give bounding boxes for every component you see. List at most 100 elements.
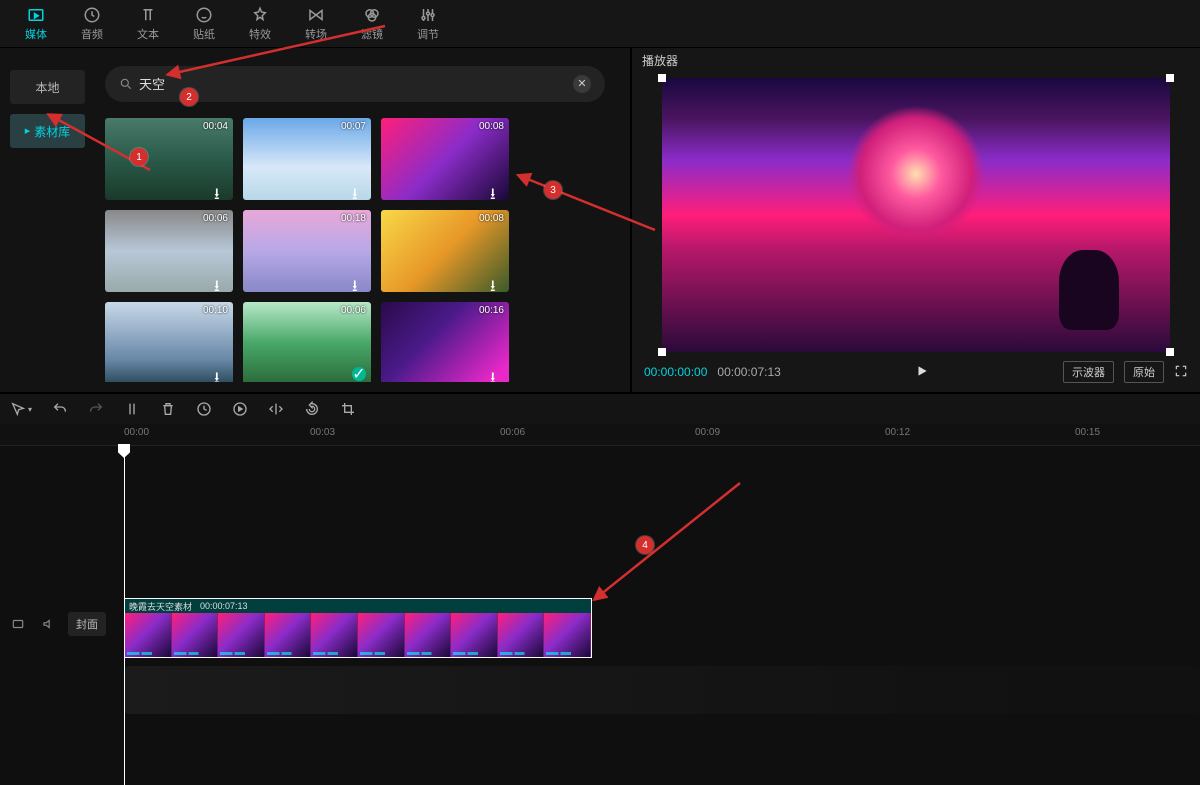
clip-header: 晚霞去天空素材 00:00:07:13 [125,599,591,613]
oscilloscope-button[interactable]: 示波器 [1063,361,1114,383]
tab-effect[interactable]: 特效 [232,0,288,48]
media-thumb[interactable]: 00:16 ⭳ [381,302,509,382]
timeline-ruler[interactable]: 00:00 00:03 00:06 00:09 00:12 00:15 [0,424,1200,446]
download-icon[interactable]: ⭳ [352,183,366,197]
download-icon[interactable]: ⭳ [490,367,504,381]
empty-track[interactable] [124,666,1200,714]
tab-label: 贴纸 [193,26,215,42]
clear-search-button[interactable]: ✕ [573,75,591,93]
cover-button[interactable]: 封面 [68,612,106,636]
player-controls: 00:00:00:00 00:00:07:13 示波器 原始 [632,352,1200,392]
download-icon[interactable]: ⭳ [490,275,504,289]
tab-label: 转场 [305,26,327,42]
tab-label: 媒体 [25,26,47,42]
original-button[interactable]: 原始 [1124,361,1164,383]
thumb-duration: 00:10 [203,305,228,316]
thumb-duration: 00:18 [341,213,366,224]
tab-sticker[interactable]: 贴纸 [176,0,232,48]
downloaded-icon[interactable]: ✓ [352,367,366,381]
sidebar-library[interactable]: 素材库 [10,114,85,148]
ruler-tick: 00:15 [1075,427,1100,438]
clip-frames [125,613,591,657]
thumb-duration: 00:06 [341,305,366,316]
tab-label: 音频 [81,26,103,42]
player-title: 播放器 [632,48,1200,72]
timeline-clip[interactable]: 晚霞去天空素材 00:00:07:13 [124,598,592,658]
undo-button[interactable] [52,401,68,417]
tab-media[interactable]: 媒体 [8,0,64,48]
ruler-tick: 00:03 [310,427,335,438]
search-bar[interactable]: ✕ [105,66,605,102]
fullscreen-button[interactable] [1174,364,1188,381]
track-visibility-toggle[interactable] [8,614,28,634]
download-icon[interactable]: ⭳ [490,183,504,197]
selection-tool[interactable]: ▾ [10,401,32,417]
media-thumb[interactable]: 00:10 ⭳ [105,302,233,382]
delete-tool[interactable] [160,401,176,417]
top-tabs: 媒体 音频 文本 贴纸 特效 转场 滤镜 调节 [0,0,1200,48]
play-button[interactable] [915,364,929,381]
playhead[interactable] [124,444,125,785]
tab-text[interactable]: 文本 [120,0,176,48]
download-icon[interactable]: ⭳ [352,275,366,289]
track-mute-toggle[interactable] [38,614,58,634]
search-icon [119,77,133,91]
filter-icon [363,6,381,24]
ruler-tick: 00:09 [695,427,720,438]
timeline[interactable]: 封面 晚霞去天空素材 00:00:07:13 [0,446,1200,785]
crop-tool[interactable] [340,401,356,417]
reverse-tool[interactable] [232,401,248,417]
player-panel: 播放器 00:00:00:00 00:00:07:13 示波器 原始 [630,48,1200,392]
thumb-duration: 00:16 [479,305,504,316]
sticker-icon [195,6,213,24]
text-icon [139,6,157,24]
split-tool[interactable] [124,401,140,417]
transition-icon [307,6,325,24]
thumb-duration: 00:04 [203,121,228,132]
media-icon [27,6,45,24]
tab-adjust[interactable]: 调节 [400,0,456,48]
tab-audio[interactable]: 音频 [64,0,120,48]
download-icon[interactable]: ⭳ [214,275,228,289]
resize-handle[interactable] [658,74,666,82]
download-icon[interactable]: ⭳ [214,183,228,197]
search-input[interactable] [139,76,573,91]
media-panel: ✕ 00:04 ⭳ 00:07 ⭳ 00:08 ⭳ 00:06 ⭳ 00:18 ⭳ 00:… [95,48,630,392]
current-time: 00:00:00:00 [644,365,707,379]
effect-icon [251,6,269,24]
player-viewport[interactable] [662,78,1170,352]
redo-button[interactable] [88,401,104,417]
media-thumb[interactable]: 00:07 ⭳ [243,118,371,200]
resize-handle[interactable] [1166,348,1174,356]
media-thumb[interactable]: 00:18 ⭳ [243,210,371,292]
thumb-duration: 00:08 [479,121,504,132]
adjust-icon [419,6,437,24]
media-thumb[interactable]: 00:06 ✓ [243,302,371,382]
media-thumb[interactable]: 00:06 ⭳ [105,210,233,292]
speed-tool[interactable] [196,401,212,417]
ruler-tick: 00:12 [885,427,910,438]
resize-handle[interactable] [1166,74,1174,82]
tab-label: 滤镜 [361,26,383,42]
thumb-duration: 00:06 [203,213,228,224]
media-thumb[interactable]: 00:04 ⭳ [105,118,233,200]
preview-image [662,78,1170,352]
rotate-tool[interactable] [304,401,320,417]
ruler-tick: 00:00 [124,427,149,438]
media-thumb[interactable]: 00:08 ⭳ [381,118,509,200]
fullscreen-icon [1174,364,1188,378]
download-icon[interactable]: ⭳ [214,367,228,381]
tab-transition[interactable]: 转场 [288,0,344,48]
thumb-duration: 00:07 [341,121,366,132]
resize-handle[interactable] [658,348,666,356]
track-controls: 封面 [8,612,106,636]
timeline-toolbar: ▾ [0,392,1200,424]
clip-duration: 00:00:07:13 [200,601,248,611]
sidebar-local[interactable]: 本地 [10,70,85,104]
play-icon [915,364,929,378]
media-thumb[interactable]: 00:08⭳ [381,210,509,292]
tab-label: 特效 [249,26,271,42]
tab-filter[interactable]: 滤镜 [344,0,400,48]
tab-label: 文本 [137,26,159,42]
mirror-tool[interactable] [268,401,284,417]
